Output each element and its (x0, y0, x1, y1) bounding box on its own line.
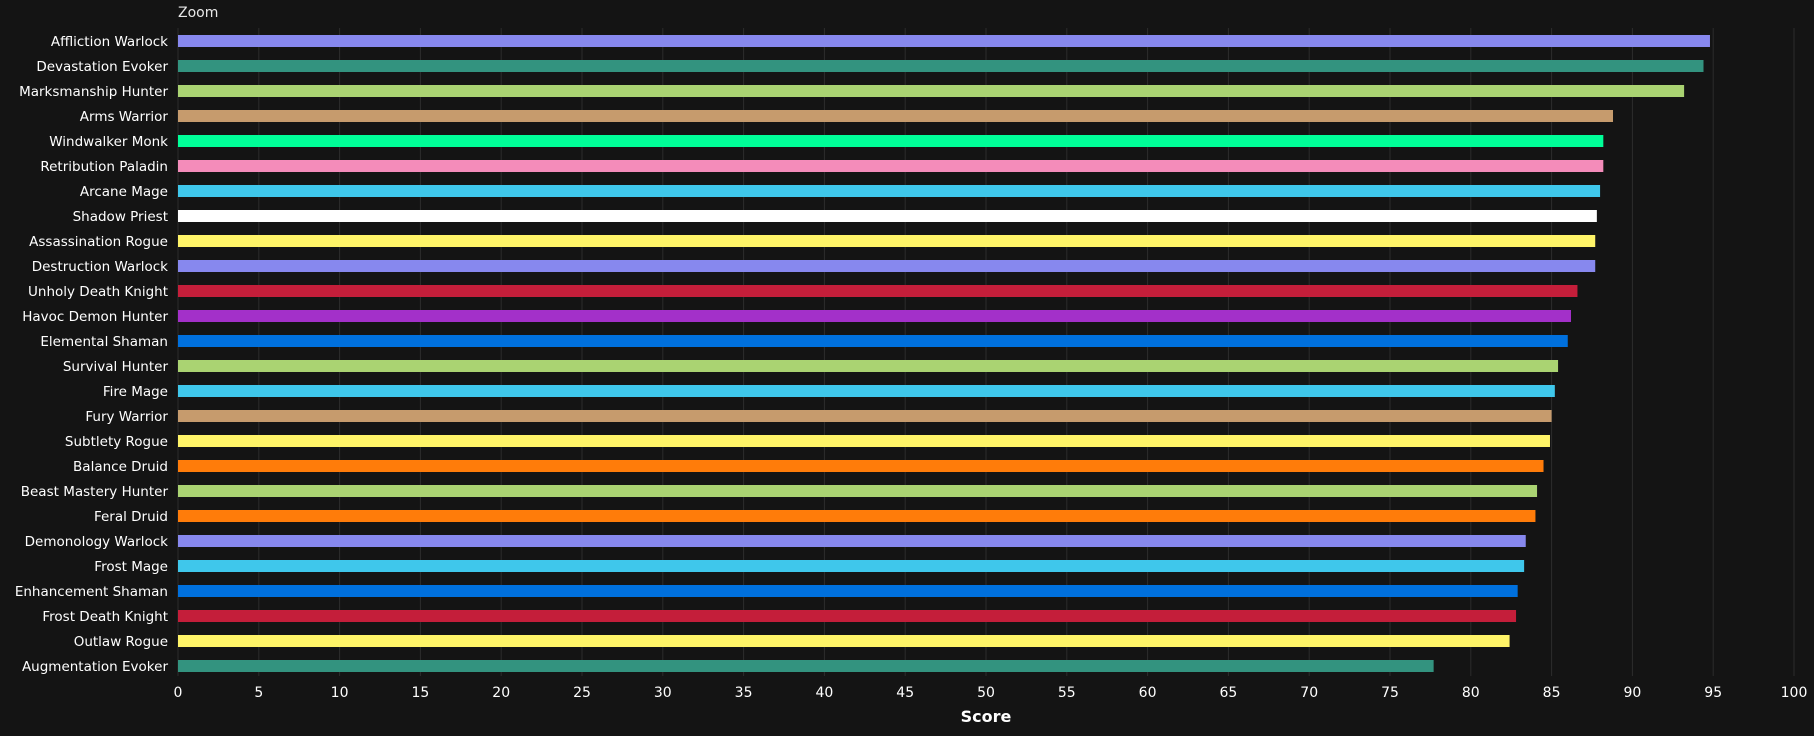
bar[interactable] (178, 285, 1578, 297)
bar[interactable] (178, 585, 1518, 597)
bar[interactable] (178, 35, 1710, 47)
x-tick-label: 30 (654, 685, 672, 701)
bar[interactable] (178, 485, 1538, 497)
bar[interactable] (178, 85, 1685, 97)
bar[interactable] (178, 260, 1596, 272)
bar[interactable] (178, 210, 1597, 222)
category-label: Enhancement Shaman (15, 584, 168, 600)
x-tick-label: 80 (1462, 685, 1480, 701)
bar[interactable] (178, 510, 1536, 522)
category-label: Demonology Warlock (25, 534, 169, 550)
category-label: Beast Mastery Hunter (21, 484, 169, 500)
x-tick-label: 40 (815, 685, 833, 701)
category-label: Fire Mage (103, 384, 168, 400)
category-label: Marksmanship Hunter (19, 84, 168, 100)
category-label: Elemental Shaman (40, 334, 168, 350)
category-label: Augmentation Evoker (22, 659, 169, 675)
category-label: Affliction Warlock (51, 34, 168, 50)
x-tick-label: 60 (1139, 685, 1157, 701)
category-label: Survival Hunter (63, 359, 169, 375)
category-label: Devastation Evoker (36, 59, 168, 75)
category-label: Destruction Warlock (32, 259, 168, 275)
x-tick-label: 65 (1219, 685, 1237, 701)
x-tick-label: 70 (1300, 685, 1318, 701)
bar[interactable] (178, 360, 1559, 372)
bar[interactable] (178, 235, 1596, 247)
bar[interactable] (178, 310, 1571, 322)
category-label: Windwalker Monk (49, 134, 168, 150)
bar[interactable] (178, 135, 1604, 147)
x-tick-label: 95 (1704, 685, 1722, 701)
score-bar-chart: Zoom Affliction Warlock Devastation Evoke… (0, 0, 1814, 736)
gridlines (177, 28, 1795, 676)
category-label: Arcane Mage (80, 184, 168, 200)
zoom-label[interactable]: Zoom (178, 5, 218, 21)
bar[interactable] (178, 635, 1510, 647)
chart-canvas: Zoom Affliction Warlock Devastation Evoke… (0, 0, 1814, 736)
category-label: Retribution Paladin (40, 159, 168, 175)
bar[interactable] (178, 535, 1526, 547)
x-tick-label: 0 (174, 685, 183, 701)
category-label: Assassination Rogue (29, 234, 168, 250)
bar[interactable] (178, 660, 1434, 672)
category-label: Subtlety Rogue (65, 434, 168, 450)
x-tick-label: 90 (1623, 685, 1641, 701)
category-label: Feral Druid (94, 509, 168, 525)
bar[interactable] (178, 60, 1704, 72)
x-tick-label: 10 (331, 685, 349, 701)
bar[interactable] (178, 460, 1544, 472)
x-tick-label: 5 (254, 685, 263, 701)
bar[interactable] (178, 560, 1525, 572)
x-axis-title: Score (961, 707, 1012, 726)
category-label: Fury Warrior (85, 409, 168, 425)
category-label: Arms Warrior (80, 109, 169, 125)
category-label: Unholy Death Knight (28, 284, 168, 300)
category-label: Shadow Priest (73, 209, 168, 225)
category-label: Frost Mage (94, 559, 168, 575)
category-label: Outlaw Rogue (74, 634, 168, 650)
x-tick-label: 25 (573, 685, 591, 701)
category-label: Balance Druid (73, 459, 168, 475)
bar[interactable] (178, 160, 1604, 172)
bar[interactable] (178, 435, 1550, 447)
bar[interactable] (178, 410, 1552, 422)
bar[interactable] (178, 610, 1517, 622)
x-tick-label: 100 (1781, 685, 1808, 701)
x-tick-label: 50 (977, 685, 995, 701)
x-tick-label: 45 (896, 685, 914, 701)
x-tick-label: 85 (1543, 685, 1561, 701)
x-tick-label: 75 (1381, 685, 1399, 701)
category-label: Frost Death Knight (42, 609, 168, 625)
x-tick-label: 15 (411, 685, 429, 701)
bar[interactable] (178, 110, 1614, 122)
category-label: Havoc Demon Hunter (22, 309, 168, 325)
x-tick-label: 55 (1058, 685, 1076, 701)
x-tick-label: 20 (492, 685, 510, 701)
x-tick-label: 35 (735, 685, 753, 701)
bar[interactable] (178, 335, 1568, 347)
bar[interactable] (178, 385, 1555, 397)
bar[interactable] (178, 185, 1601, 197)
